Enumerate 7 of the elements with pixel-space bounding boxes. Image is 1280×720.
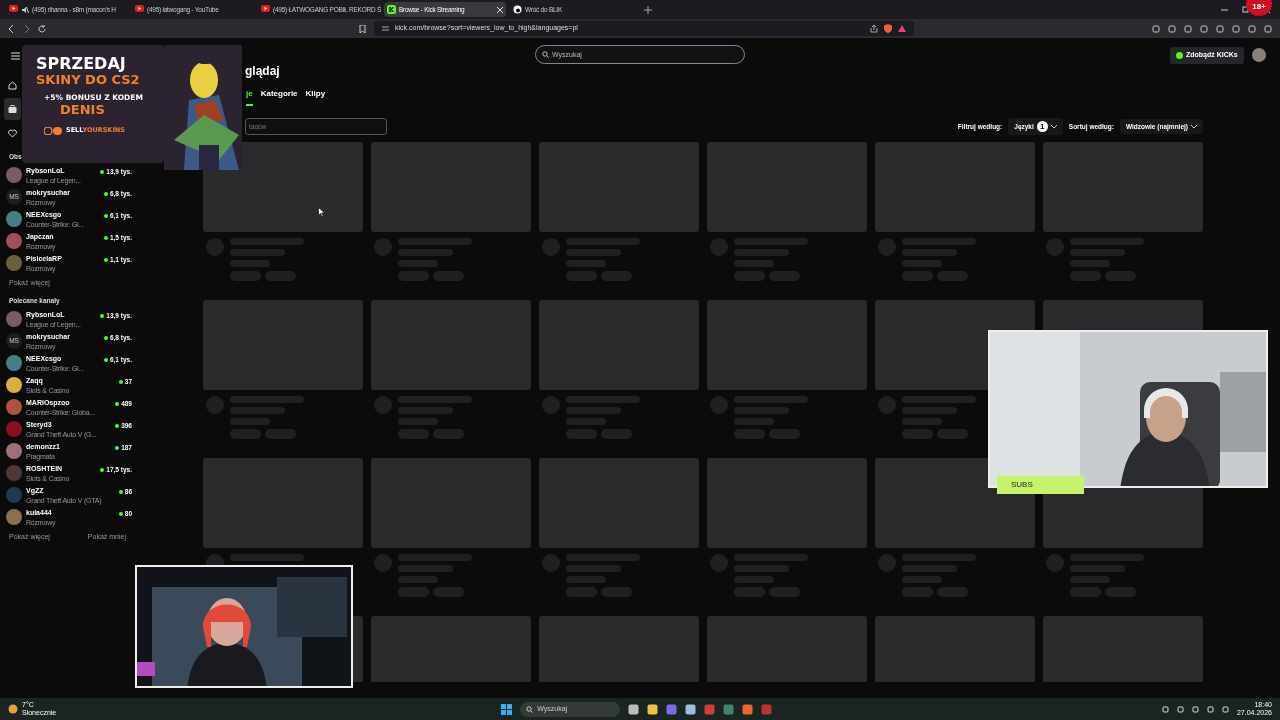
ad-text: SPRZEDAJ [36, 55, 126, 74]
age-rating-badge: 18+ [1246, 0, 1272, 16]
ad-text: SKINY DO CS2 [36, 73, 140, 89]
page-title: glądaj [245, 63, 281, 80]
ad-text: DENIS [60, 102, 105, 118]
subs-label: SUBS [997, 476, 1084, 494]
count-badge: 1 [1036, 121, 1048, 132]
